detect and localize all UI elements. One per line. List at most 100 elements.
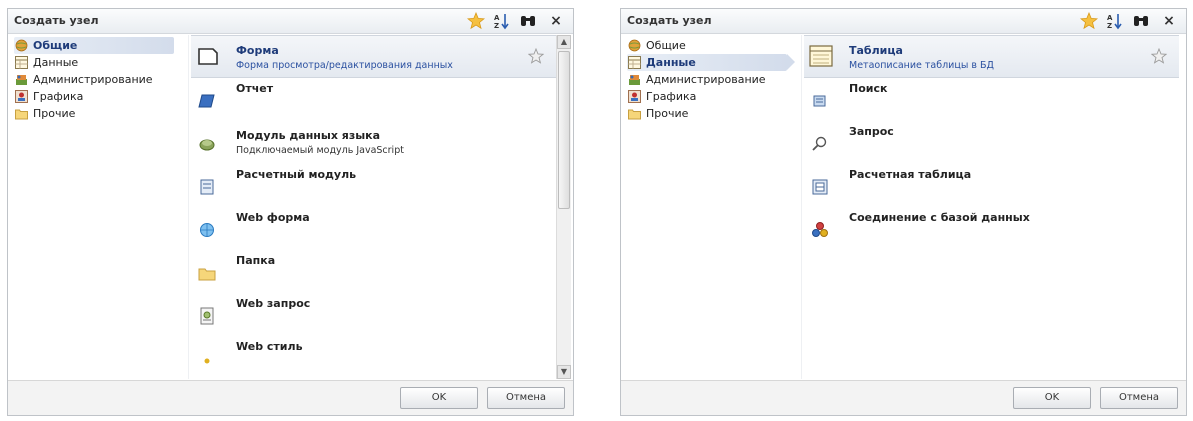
category-item-other[interactable]: Прочие xyxy=(627,105,797,122)
item-name: Модуль данных языка xyxy=(236,129,381,142)
category-label: Данные xyxy=(33,56,79,69)
item-description: Метаописание таблицы в БД xyxy=(849,60,994,71)
category-item-other[interactable]: Прочие xyxy=(14,105,184,122)
web-style-icon xyxy=(198,350,216,368)
favorites-star-icon[interactable] xyxy=(466,11,486,30)
vertical-scrollbar[interactable]: ▲ ▼ xyxy=(556,35,571,379)
item-description: Форма просмотра/редактирования данных xyxy=(236,60,453,71)
ok-button[interactable]: OK xyxy=(1013,387,1091,409)
list-item-form[interactable]: Форма Форма просмотра/редактирования дан… xyxy=(191,35,556,78)
node-type-list: Форма Форма просмотра/редактирования дан… xyxy=(191,35,556,379)
item-name: Папка xyxy=(236,254,276,267)
category-label: Графика xyxy=(646,90,697,103)
favorite-star-icon[interactable] xyxy=(527,47,545,64)
table-icon xyxy=(628,56,641,69)
category-item-general[interactable]: Общие xyxy=(627,37,797,54)
sort-az-icon[interactable]: AZ xyxy=(1106,12,1124,30)
list-item-calc-table[interactable]: Расчетная таблица xyxy=(804,164,1179,207)
category-label: Администрирование xyxy=(646,73,766,86)
list-item-search[interactable]: Поиск xyxy=(804,78,1179,121)
scroll-thumb[interactable] xyxy=(558,51,570,209)
web-query-icon xyxy=(198,307,216,325)
cancel-button[interactable]: Отмена xyxy=(1100,387,1178,409)
list-item-table[interactable]: Таблица Метаописание таблицы в БД xyxy=(804,35,1179,78)
globe-icon xyxy=(15,39,28,52)
title-bar: Создать узел AZ × xyxy=(621,9,1186,34)
category-item-administration[interactable]: Администрирование xyxy=(14,71,184,88)
item-name: Соединение с базой данных xyxy=(849,211,1030,224)
category-item-data[interactable]: Данные xyxy=(627,54,797,71)
item-name: Web запрос xyxy=(236,297,311,310)
item-name: Расчетный модуль xyxy=(236,168,357,181)
svg-text:A: A xyxy=(494,14,500,22)
item-name: Таблица xyxy=(849,44,903,57)
admin-icon xyxy=(15,73,28,86)
graphics-icon xyxy=(628,90,641,103)
category-item-general[interactable]: Общие xyxy=(14,37,184,54)
create-node-dialog-general: Создать узел AZ × Общие Данные Администр… xyxy=(7,8,574,416)
graphics-icon xyxy=(15,90,28,103)
node-type-list: Таблица Метаописание таблицы в БД Поиск … xyxy=(804,35,1179,379)
web-form-icon xyxy=(198,221,216,239)
list-item-web-style[interactable]: Web стиль xyxy=(191,336,556,379)
scroll-up-button[interactable]: ▲ xyxy=(557,35,571,49)
dialog-footer: OK Отмена xyxy=(8,380,573,415)
folder-icon xyxy=(198,264,216,282)
form-icon xyxy=(196,44,220,68)
report-icon xyxy=(198,92,216,110)
cancel-button[interactable]: Отмена xyxy=(487,387,565,409)
calc-module-icon xyxy=(198,178,216,196)
item-name: Web стиль xyxy=(236,340,303,353)
list-item-db-connection[interactable]: Соединение с базой данных xyxy=(804,207,1179,250)
query-icon xyxy=(811,135,829,153)
list-item-report[interactable]: Отчет xyxy=(191,78,556,121)
category-item-data[interactable]: Данные xyxy=(14,54,184,71)
category-label: Прочие xyxy=(646,107,689,120)
favorites-star-icon[interactable] xyxy=(1079,11,1099,30)
dialog-footer: OK Отмена xyxy=(621,380,1186,415)
category-label: Графика xyxy=(33,90,84,103)
pane-divider xyxy=(801,35,802,379)
list-item-web-form[interactable]: Web форма xyxy=(191,207,556,250)
close-icon[interactable]: × xyxy=(1160,12,1178,30)
pane-divider xyxy=(188,35,189,379)
category-item-graphics[interactable]: Графика xyxy=(627,88,797,105)
title-bar: Создать узел AZ × xyxy=(8,9,573,34)
sort-az-icon[interactable]: AZ xyxy=(493,12,511,30)
binoculars-icon[interactable] xyxy=(1132,12,1150,30)
calc-table-icon xyxy=(811,178,829,196)
list-item-folder[interactable]: Папка xyxy=(191,250,556,293)
dialog-title: Создать узел xyxy=(14,14,99,27)
category-list: Общие Данные Администрирование Графика П… xyxy=(14,37,184,122)
table-icon xyxy=(15,56,28,69)
item-description: Подключаемый модуль JavaScript xyxy=(236,145,404,156)
close-icon[interactable]: × xyxy=(547,12,565,30)
item-name: Форма xyxy=(236,44,279,57)
item-name: Web форма xyxy=(236,211,310,224)
folder-icon xyxy=(15,107,28,120)
svg-text:A: A xyxy=(1107,14,1113,22)
category-label: Администрирование xyxy=(33,73,153,86)
item-name: Отчет xyxy=(236,82,274,95)
category-item-graphics[interactable]: Графика xyxy=(14,88,184,105)
list-item-query[interactable]: Запрос xyxy=(804,121,1179,164)
svg-text:Z: Z xyxy=(1107,22,1112,30)
list-item-web-query[interactable]: Web запрос xyxy=(191,293,556,336)
scroll-down-button[interactable]: ▼ xyxy=(557,365,571,379)
category-label: Данные xyxy=(646,56,696,69)
category-label: Общие xyxy=(646,39,686,52)
search-icon xyxy=(811,92,829,110)
favorite-star-icon[interactable] xyxy=(1150,47,1168,64)
list-item-language-data-module[interactable]: Модуль данных языка Подключаемый модуль … xyxy=(191,121,556,164)
dialog-title: Создать узел xyxy=(627,14,712,27)
item-name: Поиск xyxy=(849,82,888,95)
category-label: Прочие xyxy=(33,107,76,120)
binoculars-icon[interactable] xyxy=(519,12,537,30)
list-item-calc-module[interactable]: Расчетный модуль xyxy=(191,164,556,207)
category-label: Общие xyxy=(33,39,78,52)
item-name: Расчетная таблица xyxy=(849,168,972,181)
category-item-administration[interactable]: Администрирование xyxy=(627,71,797,88)
db-connection-icon xyxy=(811,221,829,239)
ok-button[interactable]: OK xyxy=(400,387,478,409)
folder-icon xyxy=(628,107,641,120)
